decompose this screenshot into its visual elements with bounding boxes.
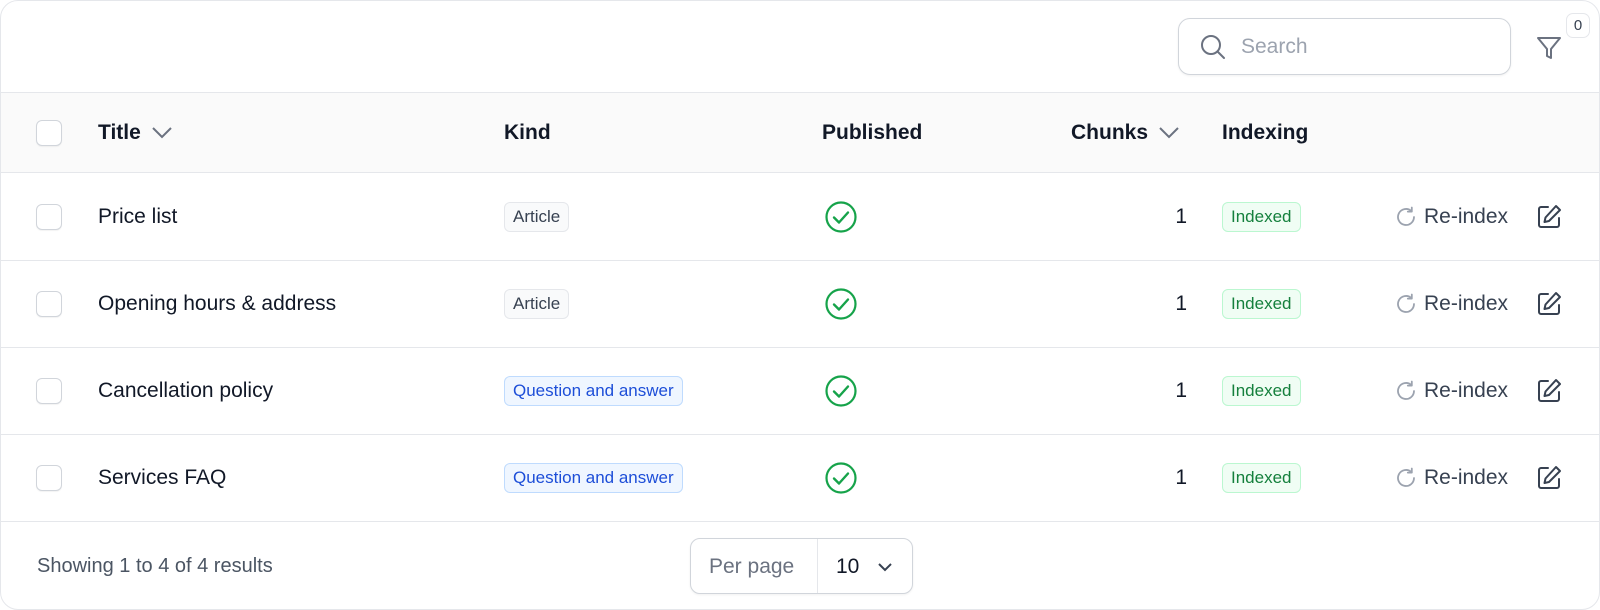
row-chunks: 1 [1175, 466, 1187, 489]
reindex-button[interactable]: Re-index [1394, 261, 1508, 347]
row-kind: Question and answer [504, 348, 683, 434]
chevron-down-icon [878, 563, 892, 572]
row-checkbox[interactable] [36, 291, 62, 317]
edit-icon [1538, 466, 1561, 489]
table-toolbar: 0 [1, 1, 1599, 93]
edit-button[interactable] [1535, 261, 1563, 347]
column-header-kind: Kind [504, 93, 551, 173]
row-published [824, 261, 858, 347]
row-title[interactable]: Price list [98, 174, 177, 260]
edit-icon [1538, 292, 1561, 315]
row-title[interactable]: Opening hours & address [98, 261, 336, 347]
column-chunks-label: Chunks [1071, 121, 1149, 144]
column-published-label: Published [822, 121, 923, 144]
knowledge-table-card: 0 Title Kind Published Chunks Indexing P… [0, 0, 1600, 610]
chevron-down-icon [1159, 127, 1179, 139]
chevron-down-icon [152, 127, 172, 139]
row-indexing: Indexed [1222, 348, 1301, 434]
row-kind: Question and answer [504, 435, 683, 521]
row-published [824, 435, 858, 521]
indexed-badge: Indexed [1222, 376, 1301, 406]
per-page-select[interactable]: Per page 10 [690, 538, 913, 594]
per-page-label: Per page [709, 555, 795, 578]
search-input[interactable] [1241, 27, 1496, 67]
row-indexing: Indexed [1222, 261, 1301, 347]
row-chunks: 1 [1175, 379, 1187, 402]
filter-button[interactable] [1531, 28, 1571, 68]
refresh-icon [1397, 380, 1415, 400]
results-summary: Showing 1 to 4 of 4 results [37, 555, 273, 577]
refresh-icon [1397, 293, 1415, 313]
check-circle-icon [825, 375, 857, 407]
kind-badge: Article [504, 202, 570, 232]
check-circle-icon [825, 288, 857, 320]
row-chunks: 1 [1175, 292, 1187, 315]
edit-button[interactable] [1535, 348, 1563, 434]
kind-badge: Question and answer [504, 463, 683, 493]
edit-icon [1538, 379, 1561, 402]
row-kind: Article [504, 261, 570, 347]
row-title[interactable]: Services FAQ [98, 435, 226, 521]
row-title[interactable]: Cancellation policy [98, 348, 273, 434]
reindex-label: Re-index [1424, 379, 1509, 402]
column-header-chunks[interactable]: Chunks [1071, 93, 1180, 173]
table-row[interactable]: Services FAQ Question and answer 1 Indexed R… [1, 435, 1599, 522]
row-checkbox[interactable] [36, 204, 62, 230]
row-published [824, 174, 858, 260]
row-indexing: Indexed [1222, 435, 1301, 521]
row-checkbox[interactable] [36, 465, 62, 491]
column-kind-label: Kind [504, 121, 551, 144]
kind-badge: Question and answer [504, 376, 683, 406]
select-all-checkbox[interactable] [36, 120, 62, 146]
search-icon [1201, 35, 1225, 59]
edit-button[interactable] [1535, 435, 1563, 521]
column-indexing-label: Indexing [1222, 121, 1309, 144]
row-kind: Article [504, 174, 570, 260]
reindex-label: Re-index [1424, 466, 1509, 489]
table-row[interactable]: Opening hours & address Article 1 Indexed Re… [1, 261, 1599, 348]
table-row[interactable]: Price list Article 1 Indexed Re-index [1, 174, 1599, 261]
column-header-title[interactable]: Title [98, 93, 173, 173]
indexed-badge: Indexed [1222, 202, 1301, 232]
kind-badge: Article [504, 289, 570, 319]
check-circle-icon [825, 201, 857, 233]
check-circle-icon [825, 462, 857, 494]
column-header-published: Published [822, 93, 922, 173]
reindex-button[interactable]: Re-index [1394, 435, 1508, 521]
reindex-label: Re-index [1424, 205, 1509, 228]
reindex-button[interactable]: Re-index [1394, 348, 1508, 434]
search-box[interactable] [1178, 18, 1511, 75]
per-page-divider [817, 539, 818, 593]
row-indexing: Indexed [1222, 174, 1301, 260]
row-chunks: 1 [1175, 205, 1187, 228]
refresh-icon [1397, 206, 1415, 226]
column-title-label: Title [98, 121, 141, 144]
per-page-value: 10 [836, 555, 860, 578]
table-footer: Showing 1 to 4 of 4 results Per page 10 [1, 519, 1599, 609]
reindex-button[interactable]: Re-index [1394, 174, 1508, 260]
indexed-badge: Indexed [1222, 463, 1301, 493]
table-row[interactable]: Cancellation policy Question and answer 1 I… [1, 348, 1599, 435]
indexed-badge: Indexed [1222, 289, 1301, 319]
column-header-indexing: Indexing [1222, 93, 1308, 173]
row-checkbox[interactable] [36, 378, 62, 404]
filter-count-badge: 0 [1566, 13, 1590, 38]
filter-icon [1537, 37, 1561, 59]
row-published [824, 348, 858, 434]
reindex-label: Re-index [1424, 292, 1509, 315]
table-header: Title Kind Published Chunks Indexing [1, 93, 1599, 173]
refresh-icon [1397, 467, 1415, 487]
edit-icon [1538, 205, 1561, 228]
edit-button[interactable] [1535, 174, 1563, 260]
